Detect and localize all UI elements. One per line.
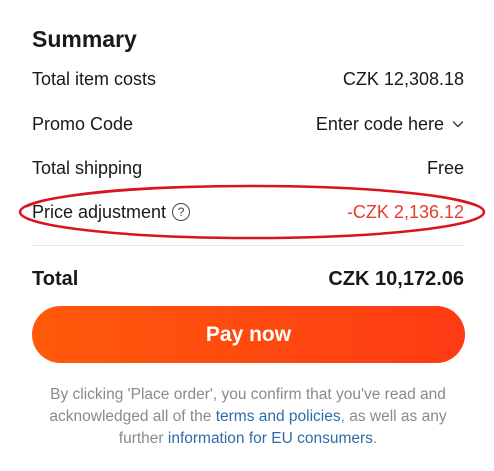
shipping-label: Total shipping bbox=[32, 157, 143, 178]
item-costs-value: CZK 12,308.18 bbox=[342, 68, 464, 89]
price-adjustment-label-group: Price adjustment ? bbox=[32, 201, 191, 223]
item-costs-label: Total item costs bbox=[32, 68, 157, 89]
terms-and-policies-link[interactable]: terms and policies bbox=[216, 408, 341, 425]
pay-now-button[interactable]: Pay now bbox=[32, 306, 465, 363]
promo-code-placeholder: Enter code here bbox=[315, 113, 444, 134]
eu-consumers-info-link[interactable]: information for EU consumers bbox=[168, 430, 373, 447]
shipping-value: Free bbox=[426, 157, 464, 178]
summary-title: Summary bbox=[32, 26, 137, 52]
chevron-down-icon bbox=[452, 121, 464, 128]
price-adjustment-row: Price adjustment ? -CZK 2,136.12 bbox=[32, 199, 464, 225]
promo-code-row: Promo Code Enter code here bbox=[32, 111, 464, 137]
price-adjustment-value: -CZK 2,136.12 bbox=[346, 201, 464, 222]
price-adjustment-label: Price adjustment bbox=[32, 201, 167, 222]
disclaimer-text-after: . bbox=[372, 430, 378, 447]
order-disclaimer: By clicking 'Place order', you confirm t… bbox=[28, 384, 468, 450]
total-value: CZK 10,172.06 bbox=[328, 267, 464, 290]
summary-divider bbox=[32, 245, 464, 246]
promo-code-label: Promo Code bbox=[32, 113, 134, 134]
total-label: Total bbox=[32, 267, 79, 290]
item-costs-row: Total item costs CZK 12,308.18 bbox=[32, 66, 464, 92]
help-circle-icon[interactable]: ? bbox=[172, 203, 191, 221]
total-row: Total CZK 10,172.06 bbox=[32, 265, 464, 293]
shipping-row: Total shipping Free bbox=[32, 155, 464, 181]
promo-code-dropdown[interactable]: Enter code here bbox=[316, 114, 464, 135]
